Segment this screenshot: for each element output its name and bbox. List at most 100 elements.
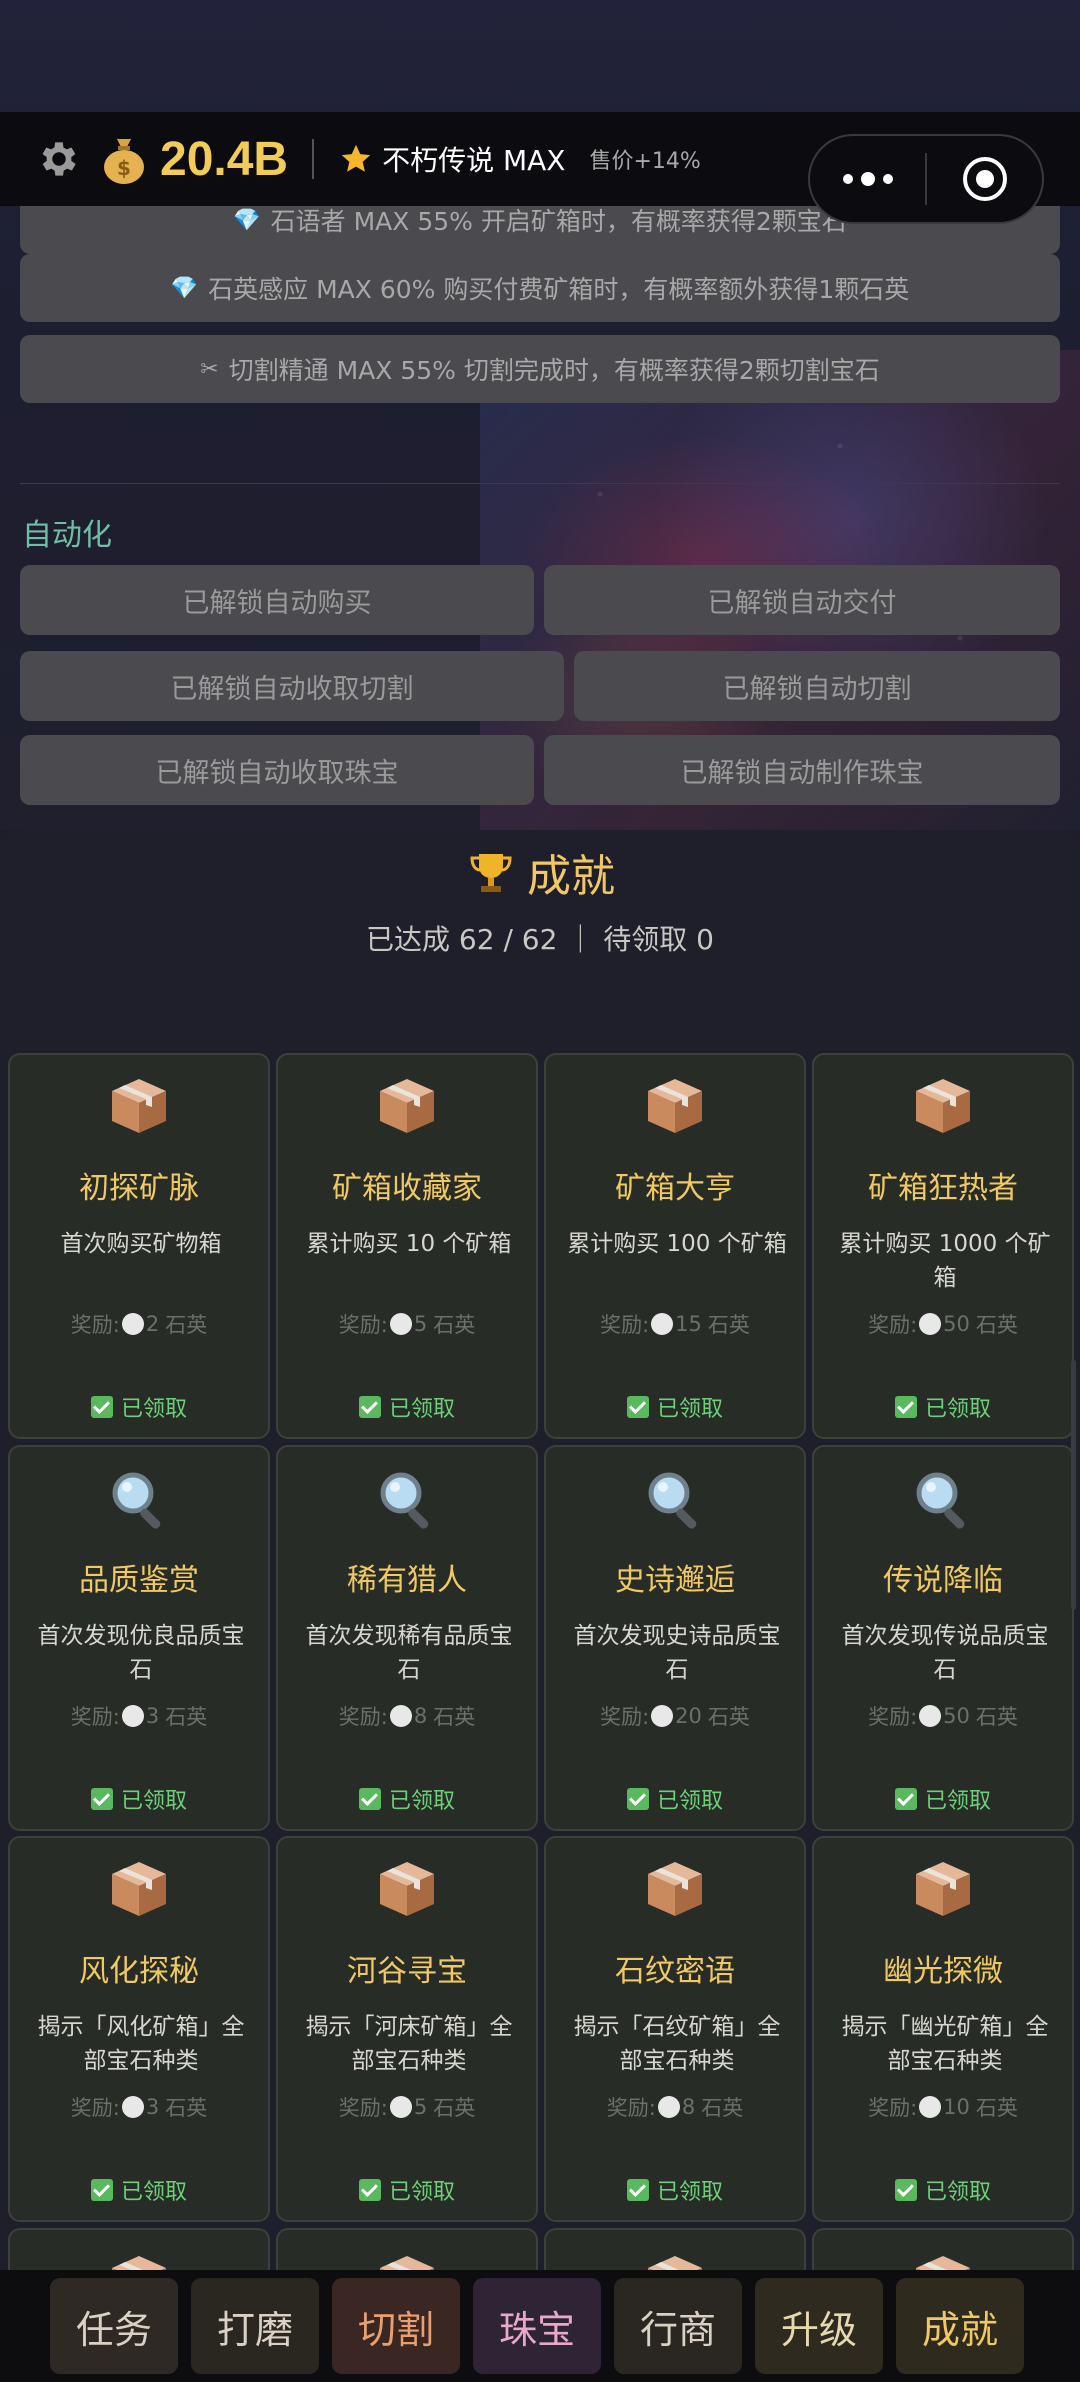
scrollbar[interactable] (1071, 1360, 1076, 1610)
checkmark-icon (358, 1788, 381, 1810)
upgrade-text: 切割精通 MAX 55% 切割完成时，有概率获得2颗切割宝石 (228, 356, 880, 385)
box-icon (814, 1858, 1072, 1920)
bottom-tab-bar: 任务 打磨 切割 珠宝 行商 升级 成就 (0, 2270, 1080, 2382)
tab-achievements[interactable]: 成就 (896, 2278, 1024, 2374)
claimed-status: 已领取 (546, 2174, 804, 2206)
achievement-reward: 奖励: 2 石英 (10, 1309, 268, 1339)
separator (312, 139, 315, 179)
claimed-status: 已领取 (546, 1391, 804, 1423)
achievement-reward: 奖励: 50 石英 (814, 1309, 1072, 1339)
achievement-card[interactable]: 风化探秘 揭示「风化矿箱」全部宝石种类 奖励: 3 石英 已领取 (8, 1836, 270, 2222)
gear-icon[interactable] (34, 134, 84, 184)
reward-label: 奖励: (70, 2096, 120, 2120)
achievement-desc: 累计购买 1000 个矿箱 (839, 1231, 1051, 1291)
reward-amount: 3 (145, 1704, 160, 1728)
achievement-reward: 奖励: 3 石英 (10, 1701, 268, 1731)
achievement-card[interactable]: 品质鉴赏 首次发现优良品质宝石 奖励: 3 石英 已领取 (8, 1445, 270, 1831)
achievement-card[interactable]: 史诗邂逅 首次发现史诗品质宝石 奖励: 20 石英 已领取 (544, 1445, 806, 1831)
achievements-stats: 已达成 62 / 62 ｜ 待领取 0 (366, 923, 714, 956)
more-icon[interactable] (810, 171, 925, 187)
status-label: 已领取 (388, 1397, 455, 1422)
achievement-desc: 累计购买 100 个矿箱 (567, 1231, 787, 1257)
achievement-card[interactable]: 稀有猎人首次发现稀有品质宝石奖励: 8 石英已领取 (276, 1445, 538, 1831)
tab-tasks[interactable]: 任务 (50, 2278, 178, 2374)
checkmark-icon (90, 1396, 113, 1418)
achievement-name: 河谷寻宝 (347, 1954, 467, 1989)
checkmark-icon (894, 1788, 917, 1810)
reward-amount: 5 (413, 1312, 428, 1336)
auto-craft-jewelry-button[interactable]: 已解锁自动制作珠宝 (544, 735, 1060, 805)
achievement-card[interactable]: 石纹密语 揭示「石纹矿箱」全部宝石种类 奖励: 8 石英 已领取 (544, 1836, 806, 2222)
auto-collect-cut-button[interactable]: 已解锁自动收取切割 (20, 651, 564, 721)
tab-merchant[interactable]: 行商 (614, 2278, 742, 2374)
achievement-name: 矿箱收藏家 (332, 1171, 482, 1206)
status-label: 已领取 (120, 1397, 187, 1422)
gem-icon: 💎 (170, 275, 199, 301)
status-label: 已领取 (924, 1397, 991, 1422)
checkmark-icon (626, 1396, 649, 1418)
tab-cut[interactable]: 切割 (332, 2278, 460, 2374)
achievement-desc: 首次购买矿物箱 (60, 1231, 222, 1257)
achievement-card[interactable]: 幽光探微 揭示「幽光矿箱」全部宝石种类 奖励: 10 石英 已领取 (812, 1836, 1074, 2222)
achievement-card[interactable]: 矿箱狂热者 累计购买 1000 个矿箱 奖励: 50 石英 已领取 (812, 1053, 1074, 1439)
reward-label: 奖励: (868, 1313, 918, 1337)
achievement-desc: 首次发现稀有品质宝石 (305, 1623, 513, 1683)
claimed-status: 已领取 (278, 2174, 536, 2206)
auto-collect-jewelry-button[interactable]: 已解锁自动收取珠宝 (20, 735, 534, 805)
quartz-icon (121, 2096, 144, 2118)
achievement-name: 传说降临 (883, 1563, 1003, 1598)
achievement-desc: 揭示「幽光矿箱」全部宝石种类 (841, 2014, 1049, 2074)
checkmark-icon (358, 1396, 381, 1418)
auto-buy-button[interactable]: 已解锁自动购买 (20, 565, 534, 635)
auto-deliver-button[interactable]: 已解锁自动交付 (544, 565, 1060, 635)
reward-unit: 石英 (165, 1705, 208, 1729)
achievement-card[interactable]: 河谷寻宝 揭示「河床矿箱」全部宝石种类 奖励: 5 石英 已领取 (276, 1836, 538, 2222)
reward-unit: 石英 (433, 1705, 476, 1729)
upgrade-text: 石语者 MAX 55% 开启矿箱时，有概率获得2颗宝石 (270, 207, 847, 236)
achievement-card[interactable]: 初探矿脉 首次购买矿物箱 奖励: 2 石英 已领取 (8, 1053, 270, 1439)
reward-unit: 石英 (975, 1313, 1018, 1337)
reward-amount: 15 (675, 1312, 702, 1336)
reward-amount: 5 (413, 2095, 428, 2119)
close-miniprogram-icon[interactable] (927, 155, 1042, 203)
status-label: 已领取 (656, 1397, 723, 1422)
auto-cut-button[interactable]: 已解锁自动切割 (574, 651, 1060, 721)
achievement-reward: 奖励: 8 石英 (278, 1701, 536, 1731)
svg-text:$: $ (117, 156, 131, 180)
status-label: 已领取 (388, 2180, 455, 2205)
status-label: 已领取 (388, 1789, 455, 1814)
achievement-card[interactable]: 矿箱收藏家 累计购买 10 个矿箱 奖励: 5 石英 已领取 (276, 1053, 538, 1439)
reward-label: 奖励: (70, 1705, 120, 1729)
claimed-status: 已领取 (278, 1783, 536, 1815)
claimed-status: 已领取 (546, 1783, 804, 1815)
money-value: 20.4B (160, 132, 289, 186)
quartz-icon (121, 1313, 144, 1335)
quartz-icon (389, 1313, 412, 1335)
achievement-name: 风化探秘 (79, 1954, 199, 1989)
box-icon (278, 1075, 536, 1137)
upgrade-row: 💎 石英感应 MAX 60% 购买付费矿箱时，有概率额外获得1颗石英 (20, 254, 1060, 322)
magnifier-icon (10, 1467, 268, 1531)
tab-polish[interactable]: 打磨 (191, 2278, 319, 2374)
achievement-card[interactable]: 矿箱大亨 累计购买 100 个矿箱 奖励: 15 石英 已领取 (544, 1053, 806, 1439)
status-label: 已领取 (120, 2180, 187, 2205)
tab-jewelry[interactable]: 珠宝 (473, 2278, 601, 2374)
reward-label: 奖励: (600, 1705, 650, 1729)
achievements-title: 成就 (527, 851, 615, 902)
section-divider (20, 483, 1060, 484)
checkmark-icon (894, 2179, 917, 2201)
achievement-name: 稀有猎人 (347, 1563, 467, 1598)
quartz-icon (121, 1705, 144, 1727)
reward-amount: 10 (943, 2095, 970, 2119)
achievement-card[interactable]: 传说降临 首次发现传说品质宝石 奖励: 50 石英 已领取 (812, 1445, 1074, 1831)
quartz-icon (651, 1313, 674, 1335)
tab-upgrade[interactable]: 升级 (755, 2278, 883, 2374)
reward-unit: 石英 (433, 2096, 476, 2120)
reward-amount: 8 (681, 2095, 696, 2119)
achievement-desc: 首次发现优良品质宝石 (37, 1623, 245, 1683)
box-icon (278, 1858, 536, 1920)
checkmark-icon (90, 1788, 113, 1810)
box-icon (10, 1858, 268, 1920)
achievement-desc: 揭示「河床矿箱」全部宝石种类 (305, 2014, 513, 2074)
reward-label: 奖励: (338, 1313, 388, 1337)
